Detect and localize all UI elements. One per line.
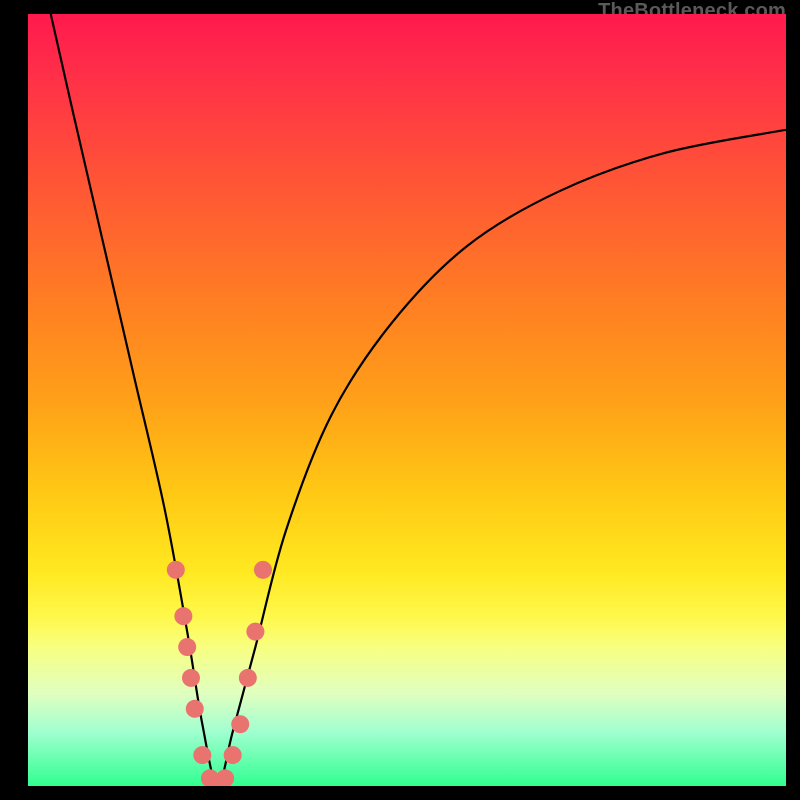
marker-group [167, 561, 272, 786]
marker-dot [216, 769, 234, 786]
marker-dot [239, 669, 257, 687]
marker-dot [193, 746, 211, 764]
bottleneck-curve-path [51, 14, 786, 786]
marker-dot [224, 746, 242, 764]
marker-dot [167, 561, 185, 579]
marker-dot [178, 638, 196, 656]
marker-dot [231, 715, 249, 733]
plot-area [28, 14, 786, 786]
bottleneck-curve-svg [28, 14, 786, 786]
chart-frame: TheBottleneck.com [0, 0, 800, 800]
marker-dot [186, 700, 204, 718]
marker-dot [246, 623, 264, 641]
marker-dot [174, 607, 192, 625]
marker-dot [254, 561, 272, 579]
marker-dot [182, 669, 200, 687]
